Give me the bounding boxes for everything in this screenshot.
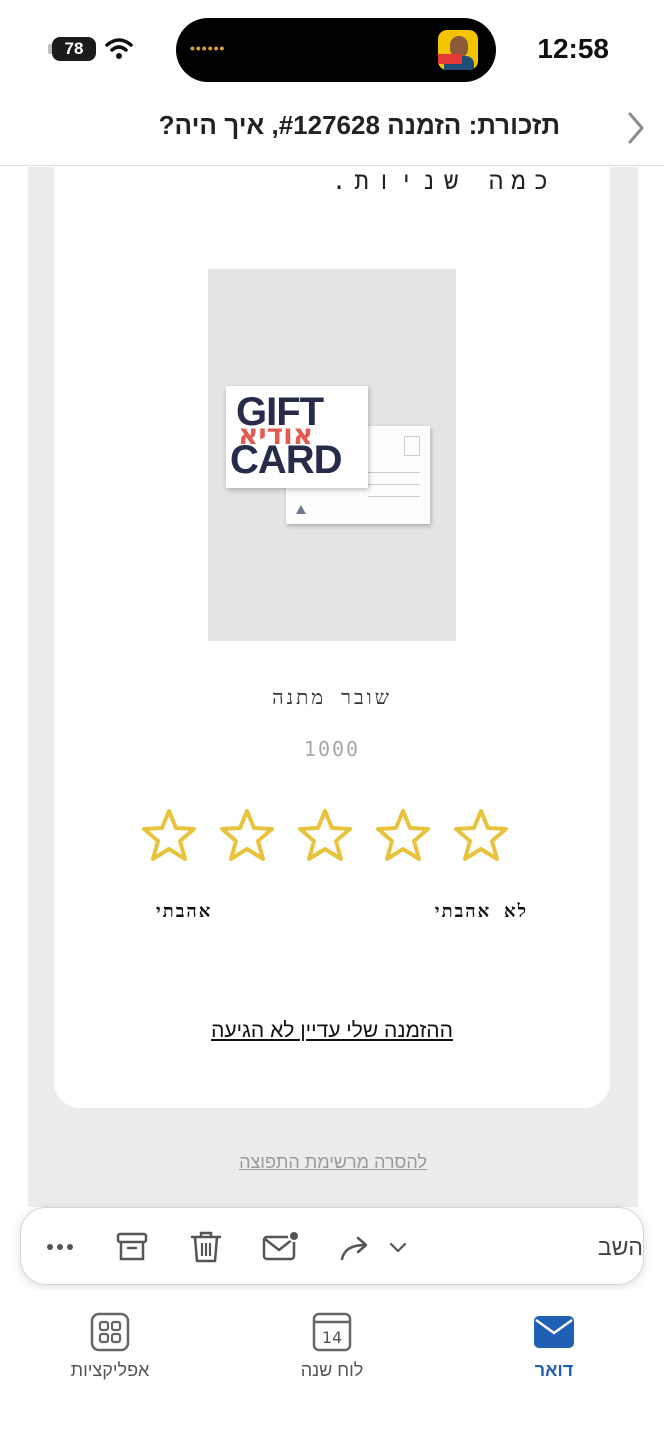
calendar-icon: 14 [312,1312,352,1352]
rating-stars [140,807,512,867]
app-avatar-icon [438,30,478,70]
forward-icon[interactable] [337,1228,375,1266]
activity-dots-icon: •••••• [190,40,226,56]
product-price: 1000 [303,737,361,761]
nav-mail-label: דואר [534,1360,574,1380]
calendar-day: 14 [322,1328,342,1347]
star-icon[interactable] [218,807,276,865]
star-icon[interactable] [452,807,510,865]
mark-unread-icon[interactable] [261,1228,299,1266]
gift-card-front: GIFT CARD אודיא [226,386,368,488]
order-not-arrived-link[interactable]: ההזמנה שלי עדיין לא הגיעה [54,1019,610,1043]
star-icon[interactable] [296,807,354,865]
nav-apps[interactable]: אפליקציות [40,1312,180,1392]
apps-icon [90,1312,130,1352]
intro-text: כמה שניות. [331,167,556,195]
message-action-toolbar: השב [20,1207,644,1285]
nav-calendar-label: לוח שנה [300,1360,364,1380]
bottom-navigation: אפליקציות 14 לוח שנה דואר [0,1290,664,1440]
more-icon[interactable] [41,1228,79,1266]
nav-calendar[interactable]: 14 לוח שנה [262,1312,402,1392]
email-header: תזכורת: הזמנה #127628, איך היה? [0,96,664,166]
star-icon[interactable] [140,807,198,865]
battery-indicator: 78 [48,37,96,61]
trash-icon[interactable] [187,1228,225,1266]
chevron-right-icon[interactable] [624,110,648,146]
unsubscribe-link[interactable]: להסרה מרשימת התפוצה [28,1152,638,1173]
reply-button[interactable]: השב [598,1234,643,1261]
status-bar: 78 •••••• 12:58 [0,0,664,96]
chevron-down-icon[interactable] [379,1228,417,1266]
product-name: שובר מתנה [272,685,392,709]
mail-icon [534,1316,574,1348]
nav-apps-label: אפליקציות [70,1360,150,1380]
clock: 12:58 [537,33,609,64]
rating-label-dislike: לא אהבתי [434,901,528,922]
wifi-icon [105,38,133,59]
brand-overlay-text: אודיא [238,418,314,451]
star-icon[interactable] [374,807,432,865]
dynamic-island: •••••• [176,18,496,82]
product-image[interactable]: GIFT CARD אודיא [208,269,456,641]
archive-icon[interactable] [113,1228,151,1266]
email-card: כמה שניות. GIFT CARD אודיא שובר מתנה 100… [54,167,610,1108]
email-subject: תזכורת: הזמנה #127628, איך היה? [158,110,560,140]
nav-mail[interactable]: דואר [484,1312,624,1392]
rating-label-like: אהבתי [156,901,213,922]
